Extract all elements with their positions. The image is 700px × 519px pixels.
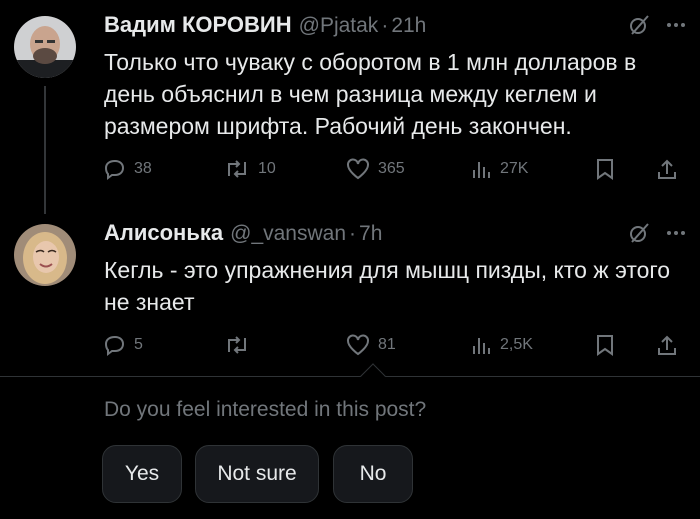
views-button[interactable]: 27K bbox=[470, 158, 528, 180]
author-handle[interactable]: @Pjatak bbox=[299, 14, 379, 38]
views-count: 27K bbox=[500, 160, 529, 177]
views-icon bbox=[473, 162, 490, 178]
feedback-question: Do you feel interested in this post? bbox=[104, 398, 427, 421]
repost-button[interactable]: 10 bbox=[224, 158, 276, 180]
like-icon bbox=[347, 334, 369, 356]
more-icon[interactable] bbox=[666, 230, 686, 236]
share-button[interactable] bbox=[656, 334, 678, 356]
author-name[interactable]: Вадим КОРОВИН bbox=[104, 12, 292, 38]
reply-button[interactable]: 5 bbox=[104, 334, 143, 356]
reply-count: 5 bbox=[134, 336, 143, 353]
repost-count: 10 bbox=[258, 160, 276, 177]
repost-icon bbox=[228, 160, 246, 178]
share-button[interactable] bbox=[656, 158, 678, 180]
like-count: 365 bbox=[378, 160, 405, 177]
tweet-header: Алисонька @_vanswan · 7h bbox=[104, 220, 686, 250]
separator-dot: · bbox=[381, 14, 389, 37]
grok-slash-icon[interactable] bbox=[628, 14, 650, 36]
thread-line bbox=[44, 86, 46, 214]
tweet-header: Вадим КОРОВИН @Pjatak · 21h bbox=[104, 12, 686, 42]
like-button[interactable]: 81 bbox=[346, 334, 396, 356]
views-button[interactable]: 2,5K bbox=[470, 334, 533, 356]
not-sure-button[interactable]: Not sure bbox=[195, 445, 319, 503]
author-name[interactable]: Алисонька bbox=[104, 220, 223, 246]
popover-caret bbox=[360, 363, 386, 389]
reply-count: 38 bbox=[134, 160, 152, 177]
bookmark-button[interactable] bbox=[596, 158, 614, 180]
reply-icon bbox=[104, 159, 125, 180]
timestamp[interactable]: 21h bbox=[391, 14, 426, 38]
reply-button[interactable]: 38 bbox=[104, 158, 152, 180]
more-icon[interactable] bbox=[666, 22, 686, 28]
tweet-text: Только что чуваку с оборотом в 1 млн дол… bbox=[104, 49, 637, 139]
timestamp[interactable]: 7h bbox=[359, 222, 382, 246]
yes-button[interactable]: Yes bbox=[102, 445, 182, 503]
tweet[interactable]: Алисонька @_vanswan · 7h Кегль - это упр… bbox=[104, 220, 686, 356]
views-icon bbox=[473, 338, 490, 354]
avatar[interactable] bbox=[14, 16, 76, 78]
divider bbox=[0, 376, 700, 377]
tweet[interactable]: Вадим КОРОВИН @Pjatak · 21h Только что ч… bbox=[104, 12, 686, 180]
repost-button[interactable] bbox=[224, 334, 258, 356]
no-button[interactable]: No bbox=[333, 445, 413, 503]
bookmark-icon bbox=[597, 335, 613, 356]
repost-icon bbox=[228, 336, 246, 354]
avatar[interactable] bbox=[14, 224, 76, 286]
share-icon bbox=[658, 335, 676, 355]
like-button[interactable]: 365 bbox=[346, 158, 405, 180]
grok-slash-icon[interactable] bbox=[628, 222, 650, 244]
like-count: 81 bbox=[378, 336, 396, 353]
tweet-actions: 38 10 365 27K bbox=[104, 158, 686, 182]
like-icon bbox=[347, 158, 369, 180]
views-count: 2,5K bbox=[500, 336, 533, 353]
header-icons bbox=[628, 14, 686, 36]
bookmark-icon bbox=[597, 159, 613, 180]
tweet-text: Кегль - это упражнения для мышц пизды, к… bbox=[104, 257, 671, 315]
share-icon bbox=[658, 159, 676, 179]
reply-icon bbox=[104, 335, 125, 356]
separator-dot: · bbox=[349, 222, 357, 245]
bookmark-button[interactable] bbox=[596, 334, 614, 356]
header-icons bbox=[628, 222, 686, 244]
author-handle[interactable]: @_vanswan bbox=[230, 222, 346, 246]
tweet-actions: 5 81 2,5K bbox=[104, 334, 686, 358]
